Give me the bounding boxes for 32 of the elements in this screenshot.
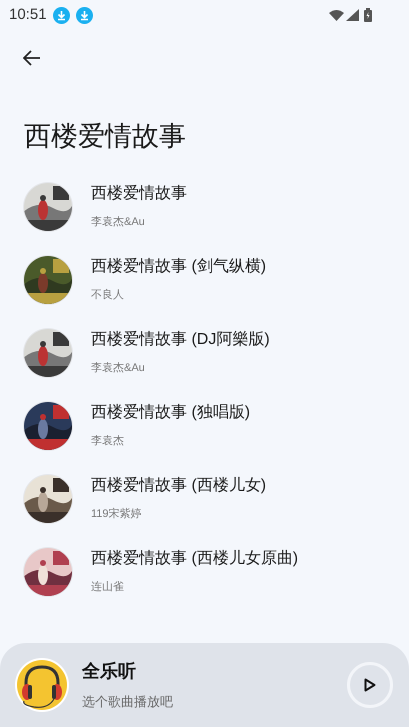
song-artist: 不良人	[91, 288, 125, 303]
song-item[interactable]: 西楼爱情故事 (独唱版) 李袁杰	[0, 389, 409, 462]
player-title: 全乐听	[82, 660, 137, 684]
song-title: 西楼爱情故事	[91, 184, 187, 204]
status-time: 10:51	[9, 4, 47, 25]
play-button[interactable]	[347, 662, 393, 708]
signal-icon	[346, 9, 359, 21]
song-artist: 李袁杰	[91, 434, 125, 449]
song-item[interactable]: 西楼爱情故事 李袁杰&Au	[0, 170, 409, 243]
back-arrow-icon	[23, 50, 41, 66]
song-artist: 连山雀	[91, 580, 125, 595]
song-item[interactable]: 西楼爱情故事 (剑气纵横) 不良人	[0, 243, 409, 316]
download-icon	[52, 6, 70, 24]
page-title: 西楼爱情故事	[24, 120, 187, 153]
song-title: 西楼爱情故事 (独唱版)	[91, 402, 250, 423]
battery-icon	[364, 8, 372, 22]
song-item[interactable]: 西楼爱情故事 (西楼儿女) 119宋紫婷	[0, 462, 409, 535]
song-artist: 李袁杰&Au	[91, 214, 146, 230]
song-title: 西楼爱情故事 (DJ阿樂版)	[91, 330, 270, 350]
player-subtitle: 选个歌曲播放吧	[82, 693, 173, 712]
song-title: 西楼爱情故事 (剑气纵横)	[91, 256, 266, 277]
download-icon	[76, 6, 93, 24]
song-artist: 119宋紫婷	[91, 506, 143, 522]
song-item[interactable]: 西楼爱情故事 (西楼儿女原曲) 连山雀	[0, 535, 409, 608]
song-title: 西楼爱情故事 (西楼儿女)	[91, 476, 266, 496]
player-bar[interactable]: 全乐听 选个歌曲播放吧	[0, 643, 409, 727]
song-item[interactable]: 西楼爱情故事 (DJ阿樂版) 李袁杰&Au	[0, 316, 409, 389]
song-artist: 李袁杰&Au	[91, 360, 146, 376]
play-icon	[364, 678, 376, 692]
wifi-icon	[329, 10, 344, 20]
song-title: 西楼爱情故事 (西楼儿女原曲)	[91, 548, 298, 569]
headphones-icon	[14, 657, 70, 713]
